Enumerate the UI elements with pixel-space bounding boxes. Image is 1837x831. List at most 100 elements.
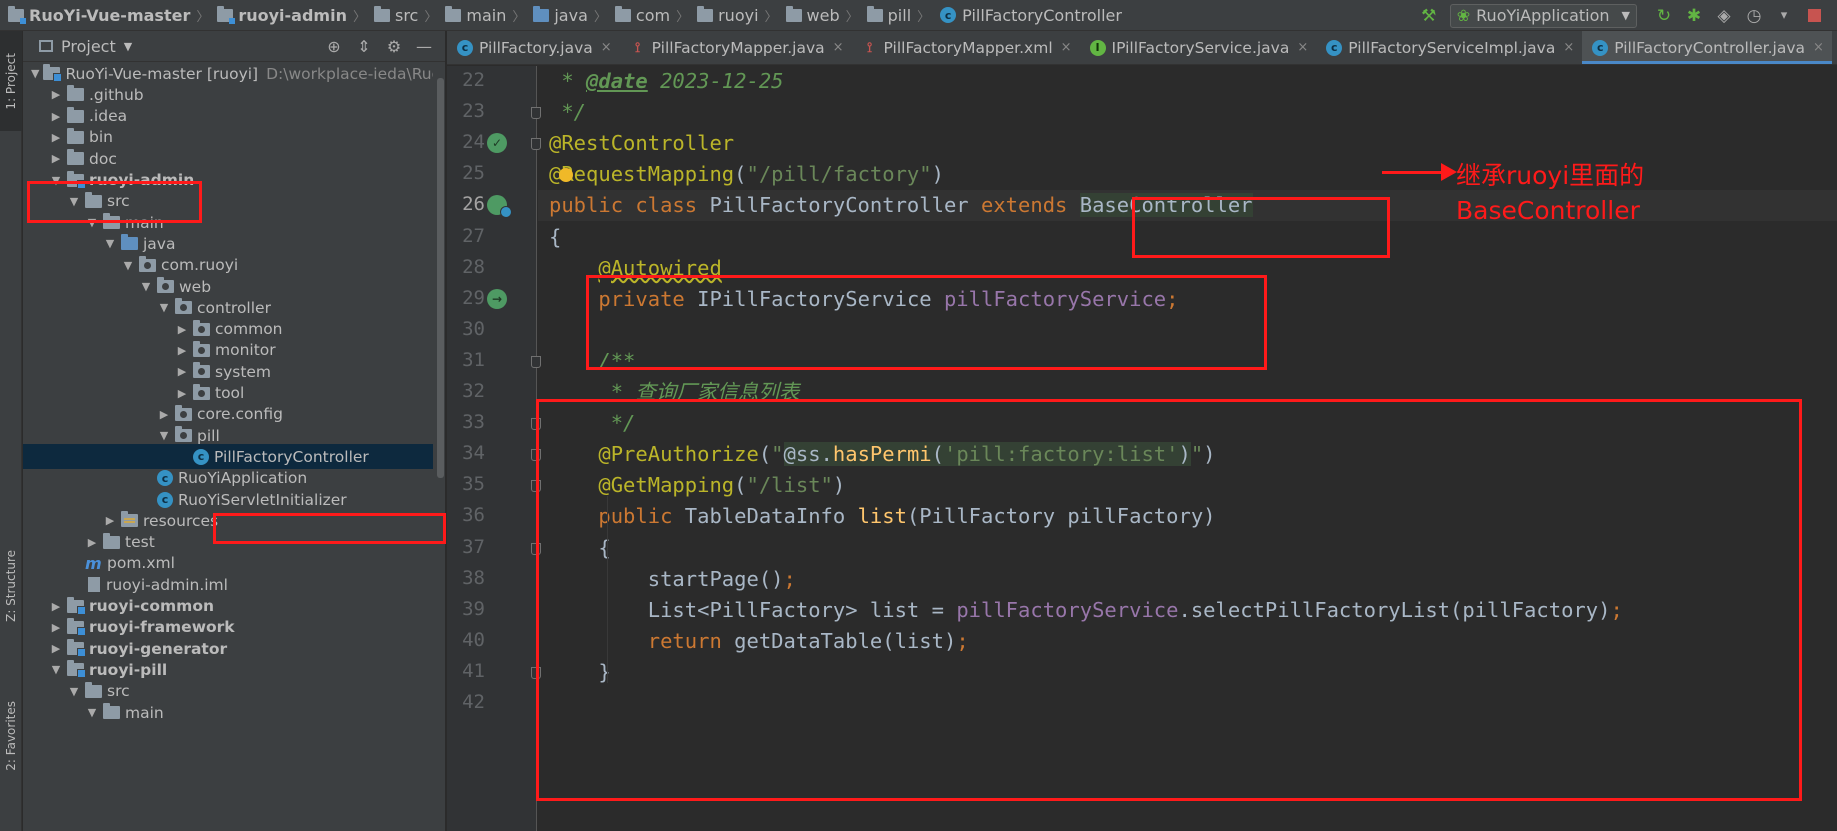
chevron-down-icon[interactable]: ▼ bbox=[124, 40, 132, 53]
breadcrumb-item[interactable]: web 〉 bbox=[778, 0, 859, 31]
tree-item-label: java bbox=[143, 234, 176, 253]
project-panel-title[interactable]: Project bbox=[61, 37, 116, 56]
editor-tab-label: PillFactoryMapper.java bbox=[651, 38, 825, 57]
expand-arrow-icon[interactable]: ▼ bbox=[67, 685, 81, 698]
editor-tab[interactable]: c PillFactoryServiceImpl.java × bbox=[1316, 31, 1582, 64]
close-icon[interactable]: × bbox=[601, 40, 612, 55]
gear-icon[interactable]: ⚙ bbox=[379, 37, 409, 56]
module-folder-icon bbox=[67, 596, 86, 615]
breadcrumb-label: ruoyi-admin bbox=[238, 5, 347, 25]
build-hammer-icon[interactable]: ⚒ bbox=[1416, 3, 1442, 29]
breadcrumb-label: ruoyi bbox=[718, 5, 759, 25]
collapse-arrow-icon[interactable]: ▶ bbox=[175, 365, 189, 378]
collapse-arrow-icon[interactable]: ▶ bbox=[85, 536, 99, 549]
breadcrumb-item[interactable]: main 〉 bbox=[437, 0, 525, 31]
code-line[interactable]: @RestController bbox=[549, 128, 734, 159]
expand-arrow-icon[interactable]: ▼ bbox=[139, 280, 153, 293]
locate-target-icon[interactable]: ⊕ bbox=[319, 37, 349, 56]
hide-minus-icon[interactable]: — bbox=[409, 37, 439, 56]
collapse-arrow-icon[interactable]: ▶ bbox=[175, 387, 189, 400]
editor-tab[interactable]: I IPillFactoryService.java × bbox=[1080, 31, 1317, 64]
coverage-shield-icon[interactable]: ◈ bbox=[1711, 3, 1737, 29]
editor-tab[interactable]: ⟟ PillFactoryMapper.java × bbox=[620, 31, 852, 64]
tool-tab-favorites[interactable]: 2: Favorites bbox=[0, 681, 22, 791]
folder-icon bbox=[866, 5, 883, 22]
breadcrumb-item[interactable]: ruoyi 〉 bbox=[689, 0, 778, 31]
collapse-arrow-icon[interactable]: ▶ bbox=[175, 344, 189, 357]
close-icon[interactable]: × bbox=[1297, 40, 1308, 55]
close-icon[interactable]: × bbox=[1061, 40, 1072, 55]
stop-icon[interactable] bbox=[1801, 3, 1827, 29]
collapse-arrow-icon[interactable]: ▶ bbox=[49, 152, 63, 165]
project-tree-scrollbar[interactable] bbox=[437, 78, 444, 478]
tree-item-label: resources bbox=[143, 511, 219, 530]
close-icon[interactable]: × bbox=[833, 40, 844, 55]
breadcrumb-item[interactable]: ruoyi-admin 〉 bbox=[209, 0, 366, 31]
breadcrumb-label: pill bbox=[887, 5, 912, 25]
collapse-arrow-icon[interactable]: ▶ bbox=[175, 323, 189, 336]
code-line[interactable]: * @date 2023-12-25 bbox=[549, 66, 783, 97]
tool-tab-structure[interactable]: Z: Structure bbox=[0, 531, 22, 641]
project-panel: Project ▼ ⊕ ⇕ ⚙ — ▼ RuoYi-Vue-master [ruo… bbox=[23, 31, 446, 831]
rerun-icon[interactable]: ↻ bbox=[1651, 3, 1677, 29]
tree-item-label: RuoYi-Vue-master [ruoyi] bbox=[65, 64, 259, 83]
collapse-arrow-icon[interactable]: ▶ bbox=[49, 600, 63, 613]
code-token: ) bbox=[931, 162, 944, 187]
code-token: @RequestMapping bbox=[549, 162, 735, 187]
run-dropdown-icon[interactable]: ▾ bbox=[1771, 3, 1797, 29]
code-line[interactable]: { bbox=[549, 222, 561, 253]
folder-icon bbox=[697, 5, 714, 22]
fold-marker-icon[interactable] bbox=[531, 107, 541, 120]
module-folder-icon bbox=[43, 64, 63, 82]
highlight-box-list-method bbox=[536, 399, 1802, 801]
expand-arrow-icon[interactable]: ▼ bbox=[121, 259, 135, 272]
profiler-clock-icon[interactable]: ◷ bbox=[1741, 3, 1767, 29]
collapse-arrow-icon[interactable]: ▶ bbox=[49, 642, 63, 655]
tool-tab-project[interactable]: 1: Project bbox=[0, 31, 22, 131]
close-icon[interactable]: × bbox=[1563, 40, 1574, 55]
tree-item[interactable]: ▼ main bbox=[23, 700, 433, 725]
expand-arrow-icon[interactable]: ▼ bbox=[157, 429, 171, 442]
collapse-arrow-icon[interactable]: ▶ bbox=[49, 110, 63, 123]
code-line[interactable]: @RequestMapping("/pill/factory") bbox=[549, 159, 944, 190]
editor-tab[interactable]: c PillFactory.java × bbox=[447, 31, 620, 64]
run-config-select[interactable]: ❀ RuoYiApplication ▼ bbox=[1449, 3, 1637, 28]
debug-bug-icon[interactable]: ✱ bbox=[1681, 3, 1707, 29]
collapse-arrow-icon[interactable]: ▶ bbox=[103, 514, 117, 527]
java-class-icon: c bbox=[193, 448, 209, 465]
resources-folder-icon bbox=[121, 511, 138, 528]
breadcrumb-item[interactable]: c PillFactoryController bbox=[930, 0, 1122, 31]
breadcrumb-label: PillFactoryController bbox=[962, 5, 1122, 25]
editor-tab[interactable]: ⟟ PillFactoryMapper.xml × bbox=[852, 31, 1080, 64]
fold-marker-icon[interactable] bbox=[531, 355, 541, 368]
spring-bean-icon[interactable] bbox=[487, 195, 512, 219]
breadcrumb-item[interactable]: java 〉 bbox=[525, 0, 607, 31]
code-line[interactable]: */ bbox=[549, 97, 586, 128]
collapse-arrow-icon[interactable]: ▶ bbox=[157, 408, 171, 421]
run-toolbar: ⚒ ❀ RuoYiApplication ▼ ↻ ✱ ◈ ◷ ▾ bbox=[1414, 0, 1837, 31]
code-token: * bbox=[549, 69, 587, 93]
breadcrumb-item[interactable]: pill 〉 bbox=[859, 0, 930, 31]
tree-item-label: com.ruoyi bbox=[161, 256, 239, 275]
expand-arrow-icon[interactable]: ▼ bbox=[49, 663, 63, 676]
editor-tab[interactable]: c PillFactoryController.java × bbox=[1582, 31, 1832, 64]
collapse-arrow-icon[interactable]: ▶ bbox=[49, 88, 63, 101]
project-tree[interactable]: ▼ RuoYi-Vue-master [ruoyi] D:\workplace-ie… bbox=[23, 63, 433, 831]
navigate-to-bean-icon[interactable]: → bbox=[487, 288, 507, 309]
expand-arrow-icon[interactable]: ▼ bbox=[157, 301, 171, 314]
breadcrumb-item[interactable]: com 〉 bbox=[607, 0, 689, 31]
expand-arrow-icon[interactable]: ▼ bbox=[85, 706, 99, 719]
fold-marker-icon[interactable] bbox=[531, 138, 541, 151]
expand-arrow-icon[interactable]: ▼ bbox=[103, 237, 117, 250]
close-icon[interactable]: × bbox=[1813, 40, 1824, 55]
breadcrumb-separator-icon: 〉 bbox=[196, 9, 210, 25]
tree-item-label: RuoYiServletInitializer bbox=[178, 490, 347, 509]
spring-bean-icon[interactable]: ✓ bbox=[487, 133, 507, 154]
collapse-all-icon[interactable]: ⇕ bbox=[349, 37, 379, 56]
tree-item-label: RuoYiApplication bbox=[178, 469, 308, 488]
collapse-arrow-icon[interactable]: ▶ bbox=[49, 131, 63, 144]
breadcrumb-item[interactable]: src 〉 bbox=[366, 0, 437, 31]
collapse-arrow-icon[interactable]: ▶ bbox=[49, 621, 63, 634]
breadcrumb-item[interactable]: RuoYi-Vue-master 〉 bbox=[0, 0, 209, 31]
expand-arrow-icon[interactable]: ▼ bbox=[31, 67, 39, 80]
